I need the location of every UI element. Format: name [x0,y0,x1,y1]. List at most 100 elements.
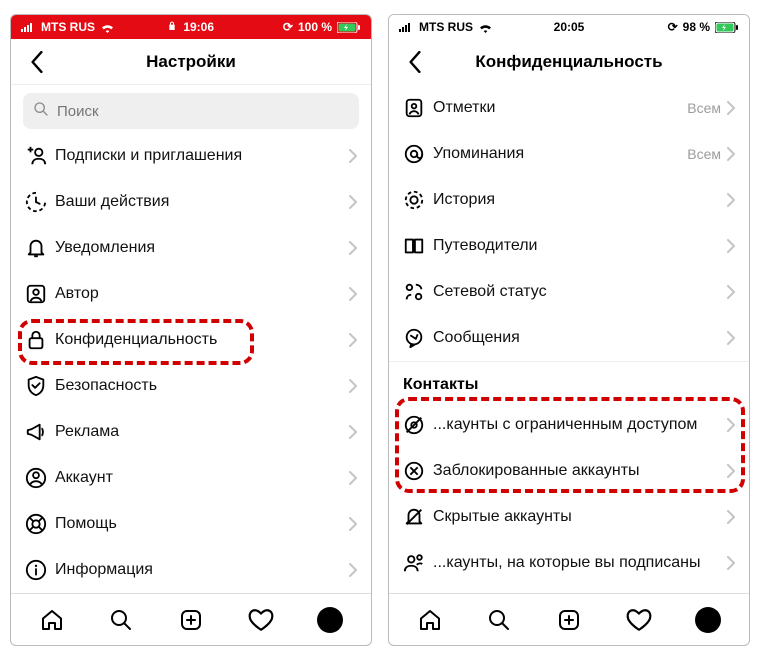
nav-header: Конфиденциальность [389,39,749,85]
tab-activity[interactable] [617,598,661,642]
chevron-right-icon [349,379,357,393]
list-item[interactable]: Конфиденциальность [11,317,371,363]
status-bar: MTS RUS 20:05 ⟳ 98 % [389,15,749,39]
tab-search[interactable] [477,598,521,642]
row-label: Конфиденциальность [55,331,349,349]
row-label: Информация [55,561,349,579]
list-item[interactable]: Сетевой статус [389,269,749,315]
section-header-contacts: Контакты [389,361,749,402]
status-icon [403,281,433,303]
messages-icon [403,327,433,349]
tab-new-post[interactable] [547,598,591,642]
tab-profile[interactable] [308,598,352,642]
status-bar: MTS RUS 19:06 ⟳ 100 % [11,15,371,39]
activity-icon [25,191,55,213]
list-item[interactable]: Скрытые аккаунты [389,494,749,540]
list-item[interactable]: Информация [11,547,371,593]
list-item[interactable]: Аккаунт [11,455,371,501]
back-button[interactable] [17,39,57,84]
row-label: Безопасность [55,377,349,395]
battery-sync-icon: ⟳ [283,20,293,34]
nav-header: Настройки [11,39,371,85]
help-icon [25,513,55,535]
list-item[interactable]: ...каунты с ограниченным доступом [389,402,749,448]
tag-icon [403,97,433,119]
privacy-list: ОтметкиВсемУпоминанияВсемИсторияПутеводи… [389,85,749,593]
row-label: ...каунты с ограниченным доступом [433,416,727,434]
shield-icon [25,375,55,397]
row-value: Всем [687,100,721,116]
list-item[interactable]: Безопасность [11,363,371,409]
guides-icon [403,235,433,257]
chevron-right-icon [727,464,735,478]
row-label: Упоминания [433,145,687,163]
chevron-right-icon [349,471,357,485]
clock-label: 20:05 [554,20,585,34]
list-item[interactable]: Сообщения [389,315,749,361]
phone-left: MTS RUS 19:06 ⟳ 100 % Настройки [10,14,372,646]
blocked-icon [403,460,433,482]
list-item[interactable]: История [389,177,749,223]
restricted-icon [403,414,433,436]
row-label: ...каунты, на которые вы подписаны [433,554,727,572]
tab-bar [389,593,749,645]
row-label: Путеводители [433,237,727,255]
row-label: Заблокированные аккаунты [433,462,727,480]
tab-search[interactable] [99,598,143,642]
list-item[interactable]: Заблокированные аккаунты [389,448,749,494]
carrier-label: MTS RUS [419,20,473,34]
chevron-right-icon [349,517,357,531]
muted-icon [403,506,433,528]
tab-home[interactable] [408,598,452,642]
list-item[interactable]: Автор [11,271,371,317]
signal-icon [399,22,414,32]
battery-icon [715,22,739,33]
tab-home[interactable] [30,598,74,642]
bell-icon [25,237,55,259]
chevron-right-icon [349,333,357,347]
chevron-right-icon [727,101,735,115]
page-title: Конфиденциальность [475,52,662,72]
list-item[interactable]: Ваши действия [11,179,371,225]
megaphone-icon [25,421,55,443]
profile-avatar [317,607,343,633]
list-item[interactable]: Подписки и приглашения [11,133,371,179]
profile-avatar [695,607,721,633]
chevron-right-icon [727,285,735,299]
chevron-right-icon [727,239,735,253]
clock-label: 19:06 [183,20,214,34]
row-label: Помощь [55,515,349,533]
author-icon [25,283,55,305]
list-item[interactable]: Реклама [11,409,371,455]
wifi-icon [478,22,493,33]
list-item[interactable]: ...каунты, на которые вы подписаны [389,540,749,586]
list-item[interactable]: ОтметкиВсем [389,85,749,131]
row-label: Сетевой статус [433,283,727,301]
search-box[interactable] [23,93,359,129]
carrier-label: MTS RUS [41,20,95,34]
story-icon [403,189,433,211]
tab-bar [11,593,371,645]
chevron-right-icon [349,425,357,439]
row-label: Аккаунт [55,469,349,487]
back-button[interactable] [395,39,435,85]
tab-new-post[interactable] [169,598,213,642]
chevron-right-icon [727,331,735,345]
list-item[interactable]: Уведомления [11,225,371,271]
mention-icon [403,143,433,165]
battery-icon [337,22,361,33]
chevron-right-icon [349,149,357,163]
settings-list: Подписки и приглашенияВаши действияУведо… [11,133,371,593]
tab-activity[interactable] [239,598,283,642]
search-icon [33,101,49,121]
info-icon [25,559,55,581]
list-item[interactable]: Помощь [11,501,371,547]
chevron-right-icon [727,147,735,161]
tab-profile[interactable] [686,598,730,642]
chevron-right-icon [727,556,735,570]
list-item[interactable]: Путеводители [389,223,749,269]
search-input[interactable] [57,103,349,120]
wifi-icon [100,22,115,33]
list-item[interactable]: УпоминанияВсем [389,131,749,177]
chevron-right-icon [727,193,735,207]
